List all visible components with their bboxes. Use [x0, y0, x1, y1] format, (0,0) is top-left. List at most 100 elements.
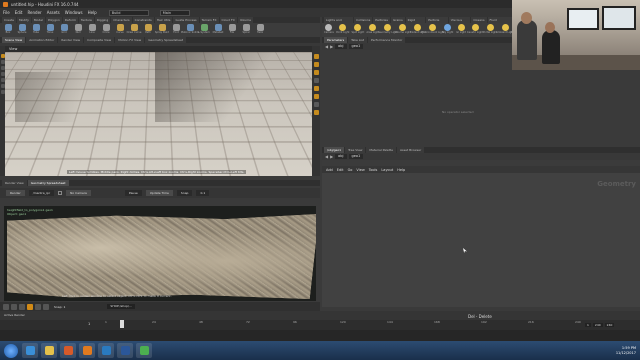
prev-key-button[interactable] [11, 304, 17, 310]
back-arrow-icon[interactable]: ◀ [325, 44, 328, 49]
net-forward-arrow-icon[interactable]: ▶ [330, 154, 333, 159]
main-dropdown[interactable]: Main [160, 10, 190, 16]
shelf-tool[interactable]: Path [142, 24, 154, 36]
light-tool[interactable]: Environment Light [427, 24, 439, 36]
shaded-icon[interactable] [314, 70, 319, 75]
camera-checkbox[interactable] [58, 191, 62, 195]
menu-windows[interactable]: Windows [64, 10, 84, 15]
taskbar-app-ps[interactable] [98, 343, 114, 358]
play-button[interactable] [27, 304, 33, 310]
render-button[interactable]: Render [6, 190, 25, 196]
light-tool[interactable]: Caustic Light [469, 24, 481, 36]
first-frame-button[interactable] [3, 304, 9, 310]
shelf-tool[interactable]: File [226, 24, 238, 36]
net-path-node[interactable]: geo1 [349, 154, 364, 159]
network-menu-item[interactable]: Edit [337, 168, 344, 172]
light-tool[interactable]: Area Light [367, 24, 379, 36]
shelf-tool[interactable]: Line [86, 24, 98, 36]
shelf-tool[interactable]: Null [72, 24, 84, 36]
grid-icon[interactable] [314, 102, 319, 107]
light-tool[interactable]: Geometry Light [382, 24, 394, 36]
shelf-tool[interactable]: Box [2, 24, 14, 36]
param-path-obj[interactable]: obj [335, 44, 346, 49]
shelf-tool[interactable]: Sphere [16, 24, 28, 36]
pause-button[interactable]: Pause [125, 190, 142, 196]
network-menu-item[interactable]: View [356, 168, 364, 172]
net-back-arrow-icon[interactable]: ◀ [325, 154, 328, 159]
network-menu-item[interactable]: Layout [381, 168, 393, 172]
taskbar-app-explorer[interactable] [41, 343, 57, 358]
camera-icon[interactable] [314, 86, 319, 91]
network-menu-item[interactable]: Go [348, 168, 353, 172]
taskbar-app-chrome[interactable] [136, 343, 152, 358]
camera-button[interactable]: No Camera [66, 190, 91, 196]
taskbar-app-ie[interactable] [22, 343, 38, 358]
taskbar-app-houdini[interactable] [79, 343, 95, 358]
light-tool[interactable]: Sky Light [442, 24, 453, 36]
select-tool-icon[interactable] [1, 54, 5, 58]
update-time-button[interactable]: Update Time [146, 190, 173, 196]
handle-tool-icon[interactable] [1, 78, 5, 82]
end-frame-field[interactable]: 240 [605, 323, 615, 327]
light-tool[interactable]: Portal Light [484, 24, 496, 36]
wireframe-icon[interactable] [314, 62, 319, 67]
light-tool[interactable]: Volume Light [397, 24, 409, 36]
forward-arrow-icon[interactable]: ▶ [330, 44, 333, 49]
shelf-tool[interactable]: Draw Curve [128, 24, 140, 36]
menu-file[interactable]: File [2, 10, 11, 15]
light-tool[interactable]: Distant Light [412, 24, 424, 36]
taskbar-app-word[interactable] [117, 343, 133, 358]
next-key-button[interactable] [35, 304, 41, 310]
shelf-tool[interactable]: Torus [44, 24, 56, 36]
range-end-field[interactable]: 240 [593, 323, 603, 327]
scale-tool-icon[interactable] [1, 72, 5, 76]
light-tool[interactable]: GI Light [456, 24, 466, 36]
shelf-tool[interactable]: Spray Paint [156, 24, 168, 36]
tab-render-view[interactable]: Render View [2, 180, 27, 186]
move-tool-icon[interactable] [1, 60, 5, 64]
start-button-icon[interactable] [4, 344, 18, 358]
menu-edit[interactable]: Edit [14, 10, 24, 15]
snap-icon[interactable] [314, 94, 319, 99]
network-menu-item[interactable]: Add [326, 168, 333, 172]
shelf-tool[interactable]: Platonic Solids [184, 24, 196, 36]
shelf-tool[interactable]: Tube [30, 24, 42, 36]
menu-help[interactable]: Help [87, 10, 98, 15]
light-tool[interactable]: Camera [324, 24, 334, 36]
light-tool[interactable]: Ambient Light [499, 24, 511, 36]
shelf-tool[interactable]: Curve [114, 24, 126, 36]
pose-tool-icon[interactable] [1, 84, 5, 88]
range-start-field[interactable]: 1 [585, 323, 591, 327]
shelf-tool[interactable]: L-System [198, 24, 210, 36]
network-menu-item[interactable]: Tools [369, 168, 378, 172]
network-menu-item[interactable]: Help [397, 168, 405, 172]
current-frame-field[interactable]: 1 [88, 322, 90, 326]
light-tool[interactable]: Point Light [337, 24, 349, 36]
3d-viewport[interactable]: Left mouse tumbles. Middle pans. Right d… [5, 52, 312, 176]
shop-path-field[interactable]: SHOP:/shop/... [107, 304, 134, 309]
taskbar-app-media[interactable] [60, 343, 76, 358]
last-frame-button[interactable] [43, 304, 49, 310]
snap-value-field[interactable]: 0.1 [196, 190, 209, 196]
menu-render[interactable]: Render [26, 10, 42, 15]
shelf-tool[interactable]: Circle [100, 24, 112, 36]
timeline[interactable]: 1 1 24 48 72 96 120 144 168 192 216 240 [0, 320, 640, 330]
visibility-icon[interactable] [314, 110, 319, 115]
stop-button[interactable] [19, 304, 25, 310]
timeline-cursor[interactable] [120, 320, 124, 328]
net-path-obj[interactable]: obj [335, 154, 346, 159]
light-tool[interactable]: Spot Light [352, 24, 364, 36]
desktop-dropdown[interactable]: Build [109, 10, 149, 16]
render-view[interactable]: heightfield_to_polygons1 geo1 Object: ge… [4, 206, 316, 301]
rotate-tool-icon[interactable] [1, 66, 5, 70]
shelf-tool[interactable]: Spiral [240, 24, 252, 36]
lighting-icon[interactable] [314, 78, 319, 83]
tab-geometry-spreadsheet[interactable]: Geometry Spreadsheet [28, 180, 69, 186]
param-path-node[interactable]: geo1 [349, 44, 364, 49]
shelf-tool[interactable]: Grid [58, 24, 70, 36]
shelf-tool[interactable]: Metaball [212, 24, 224, 36]
render-target-field[interactable]: /mantra_ipr [29, 190, 54, 196]
network-editor[interactable]: /obj/geo1 Tree View Material Palette Asset … [322, 147, 640, 307]
view-tool-icon[interactable] [1, 90, 5, 94]
display-options-icon[interactable] [314, 54, 319, 59]
